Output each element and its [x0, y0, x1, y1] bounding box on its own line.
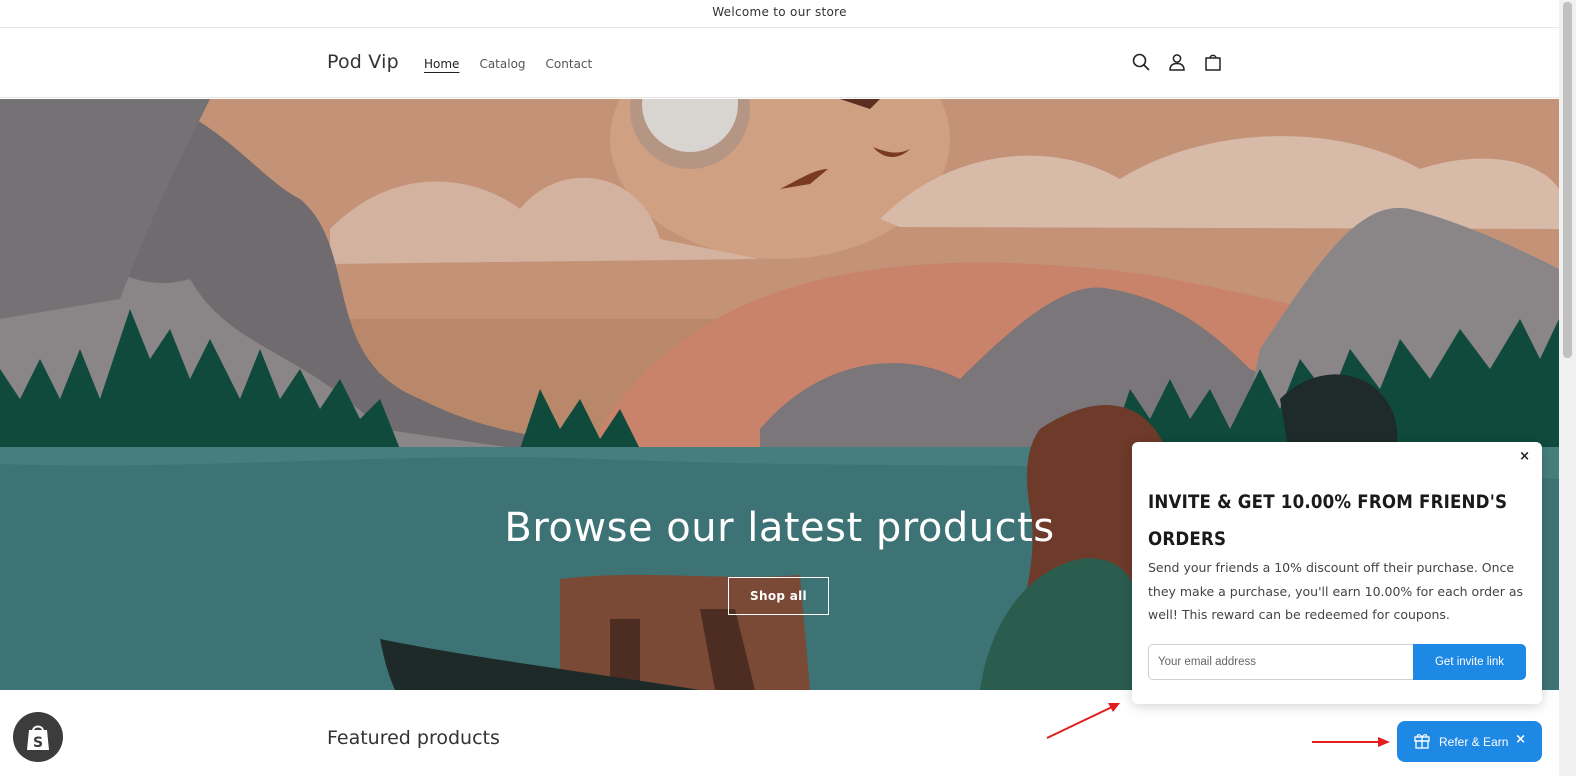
popup-close-icon[interactable]: × [1519, 449, 1530, 464]
gift-icon [1413, 731, 1431, 753]
popup-title: INVITE & GET 10.00% FROM FRIEND'S ORDERS [1148, 492, 1508, 550]
nav-contact[interactable]: Contact [546, 57, 593, 71]
referral-popup: × INVITE & GET 10.00% FROM FRIEND'S ORDE… [1132, 442, 1542, 704]
email-field[interactable] [1148, 644, 1413, 680]
invite-form: Get invite link [1148, 644, 1526, 680]
site-header: Pod Vip Home Catalog Contact [0, 29, 1559, 98]
popup-description: Send your friends a 10% discount off the… [1148, 560, 1524, 622]
store-logo[interactable]: Pod Vip [327, 51, 399, 73]
featured-products-heading: Featured products [327, 727, 500, 749]
annotation-arrow-popup-head [1108, 703, 1120, 712]
shopify-bag-icon[interactable]: S [13, 712, 63, 762]
svg-text:S: S [33, 735, 43, 751]
refer-and-earn-button[interactable]: Refer & Earn × [1397, 721, 1542, 762]
get-invite-link-button[interactable]: Get invite link [1413, 644, 1526, 680]
announcement-text: Welcome to our store [712, 5, 847, 19]
shop-all-button[interactable]: Shop all [728, 577, 829, 615]
scrollbar-thumb[interactable] [1563, 2, 1572, 358]
search-icon[interactable] [1130, 51, 1152, 73]
account-icon[interactable] [1166, 51, 1188, 73]
page-scrollbar[interactable] [1559, 0, 1576, 776]
header-icons [1130, 51, 1224, 73]
cart-icon[interactable] [1202, 51, 1224, 73]
launcher-close-icon[interactable]: × [1515, 732, 1526, 747]
announcement-bar: Welcome to our store [0, 0, 1559, 28]
main-nav: Home Catalog Contact [424, 57, 592, 71]
nav-catalog[interactable]: Catalog [479, 57, 525, 71]
page: Welcome to our store Pod Vip Home Catalo… [0, 0, 1576, 776]
annotation-arrow-launcher-head [1378, 737, 1390, 747]
annotation-arrow-popup [1046, 706, 1113, 739]
nav-home[interactable]: Home [424, 57, 459, 71]
refer-and-earn-label: Refer & Earn [1439, 734, 1509, 749]
